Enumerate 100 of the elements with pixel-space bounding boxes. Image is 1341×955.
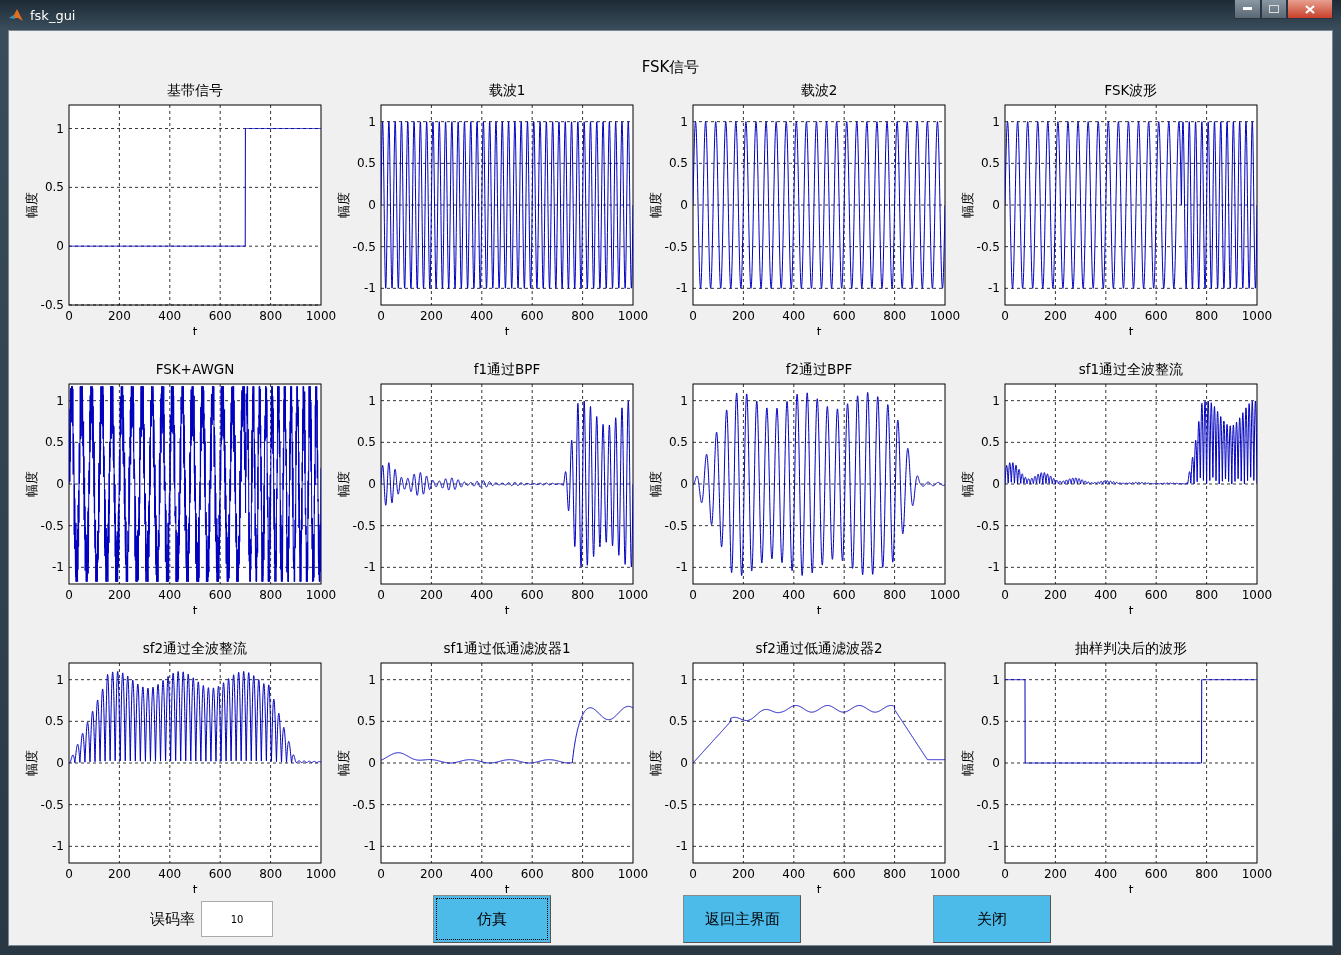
y-tick-label: -1 bbox=[988, 281, 1000, 296]
x-tick-label: 200 bbox=[107, 309, 131, 323]
y-tick-label: 0 bbox=[680, 477, 688, 491]
window-title: fsk_gui bbox=[30, 7, 77, 23]
y-tick-label: 1 bbox=[368, 114, 376, 129]
action-button[interactable]: 关闭 bbox=[933, 895, 1051, 943]
x-tick-label: 800 bbox=[259, 309, 283, 323]
x-tick-label: 200 bbox=[1043, 309, 1067, 323]
y-axis-label: 幅度 bbox=[336, 192, 351, 218]
bit-error-rate-field[interactable]: 10 bbox=[201, 901, 273, 937]
x-tick-label: 200 bbox=[107, 867, 131, 881]
x-tick-label: 400 bbox=[782, 309, 806, 323]
y-tick-label: 0.5 bbox=[668, 156, 688, 171]
maximize-button[interactable] bbox=[1261, 0, 1287, 19]
y-tick-label: 0.5 bbox=[44, 435, 64, 450]
y-tick-label: -1 bbox=[988, 839, 1000, 854]
y-tick-label: -1 bbox=[676, 560, 688, 575]
x-tick-label: 800 bbox=[1195, 588, 1219, 602]
x-tick-label: 600 bbox=[520, 588, 544, 602]
plot-title: sf2通过低通滤波器2 bbox=[755, 640, 883, 656]
x-tick-label: 0 bbox=[1001, 867, 1009, 881]
x-tick-label: 200 bbox=[1043, 867, 1067, 881]
x-tick-label: 600 bbox=[208, 867, 232, 881]
plot-title: 基带信号 bbox=[167, 82, 223, 98]
action-button[interactable]: 仿真 bbox=[433, 895, 551, 943]
y-tick-label: 0 bbox=[680, 756, 688, 770]
y-tick-label: 0.5 bbox=[668, 714, 688, 729]
y-tick-label: 0 bbox=[56, 477, 64, 491]
x-tick-label: 800 bbox=[883, 588, 907, 602]
y-tick-label: -0.5 bbox=[352, 797, 376, 812]
x-tick-label: 400 bbox=[782, 867, 806, 881]
x-tick-label: 200 bbox=[419, 588, 443, 602]
plot-title: f2通过BPF bbox=[785, 361, 853, 377]
y-tick-label: 1 bbox=[56, 393, 64, 408]
y-tick-label: 0 bbox=[368, 477, 376, 491]
x-tick-label: 400 bbox=[470, 867, 494, 881]
x-tick-label: 200 bbox=[107, 588, 131, 602]
plot-title: 载波2 bbox=[800, 82, 838, 98]
y-tick-label: 0.5 bbox=[668, 435, 688, 450]
close-window-button[interactable] bbox=[1287, 0, 1333, 19]
y-tick-label: 0 bbox=[368, 198, 376, 212]
x-tick-label: 800 bbox=[571, 588, 595, 602]
y-tick-label: -0.5 bbox=[40, 298, 64, 312]
y-tick-label: 0.5 bbox=[356, 435, 376, 450]
x-tick-label: 600 bbox=[1144, 867, 1168, 881]
y-axis-label: 幅度 bbox=[336, 471, 351, 497]
x-tick-label: 1000 bbox=[305, 588, 337, 602]
x-tick-label: 400 bbox=[1094, 867, 1118, 881]
y-tick-label: -0.5 bbox=[40, 797, 64, 812]
y-tick-label: -0.5 bbox=[40, 518, 64, 533]
minimize-button[interactable] bbox=[1234, 0, 1261, 19]
y-tick-label: -1 bbox=[52, 560, 64, 575]
x-tick-label: 400 bbox=[782, 588, 806, 602]
x-tick-label: 800 bbox=[571, 309, 595, 323]
x-tick-label: 800 bbox=[571, 867, 595, 881]
x-tick-label: 800 bbox=[883, 867, 907, 881]
minimize-icon bbox=[1243, 7, 1252, 11]
plot-title: sf1通过低通滤波器1 bbox=[443, 640, 571, 656]
x-tick-label: 1000 bbox=[305, 867, 337, 881]
x-tick-label: 0 bbox=[689, 309, 697, 323]
y-tick-label: -1 bbox=[364, 560, 376, 575]
x-tick-label: 1000 bbox=[1241, 867, 1273, 881]
x-tick-label: 400 bbox=[470, 588, 494, 602]
x-tick-label: 600 bbox=[832, 867, 856, 881]
y-tick-label: -0.5 bbox=[664, 239, 688, 254]
x-tick-label: 400 bbox=[158, 588, 182, 602]
x-tick-label: 400 bbox=[1094, 309, 1118, 323]
x-tick-label: 600 bbox=[208, 588, 232, 602]
y-tick-label: 0.5 bbox=[44, 180, 64, 195]
y-axis-label: 幅度 bbox=[24, 471, 39, 497]
x-tick-label: 1000 bbox=[617, 867, 649, 881]
x-tick-label: 800 bbox=[259, 867, 283, 881]
y-tick-label: 1 bbox=[680, 114, 688, 129]
y-tick-label: -0.5 bbox=[664, 518, 688, 533]
y-axis-label: 幅度 bbox=[960, 471, 975, 497]
plot-title: FSK+AWGN bbox=[155, 361, 235, 377]
plot-title: 载波1 bbox=[488, 82, 526, 98]
x-tick-label: 0 bbox=[1001, 588, 1009, 602]
x-tick-label: 200 bbox=[419, 309, 443, 323]
x-tick-label: 200 bbox=[731, 588, 755, 602]
y-axis-label: 幅度 bbox=[960, 192, 975, 218]
plot-title: FSK波形 bbox=[1104, 82, 1158, 98]
x-tick-label: 1000 bbox=[929, 867, 961, 881]
y-tick-label: 0.5 bbox=[980, 714, 1000, 729]
y-tick-label: 1 bbox=[680, 393, 688, 408]
x-tick-label: 200 bbox=[731, 309, 755, 323]
y-tick-label: 1 bbox=[992, 672, 1000, 687]
y-tick-label: -1 bbox=[676, 281, 688, 296]
x-tick-label: 0 bbox=[65, 867, 73, 881]
x-tick-label: 1000 bbox=[929, 309, 961, 323]
x-tick-label: 600 bbox=[208, 309, 232, 323]
x-tick-label: 0 bbox=[689, 867, 697, 881]
app-logo-icon bbox=[8, 7, 24, 23]
y-tick-label: 1 bbox=[368, 393, 376, 408]
x-tick-label: 200 bbox=[731, 867, 755, 881]
y-tick-label: -0.5 bbox=[352, 518, 376, 533]
y-tick-label: 1 bbox=[56, 672, 64, 687]
x-tick-label: 1000 bbox=[1241, 588, 1273, 602]
y-tick-label: 0 bbox=[56, 239, 64, 254]
action-button[interactable]: 返回主界面 bbox=[683, 895, 801, 943]
